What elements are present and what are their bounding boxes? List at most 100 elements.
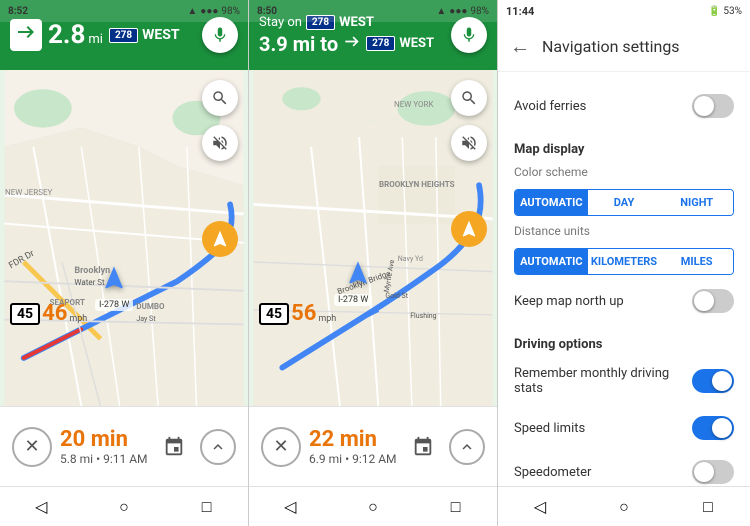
- settings-title: Navigation settings: [542, 37, 680, 56]
- recenter-button[interactable]: [202, 221, 238, 257]
- color-scheme-control: AUTOMATIC DAY NIGHT: [514, 189, 734, 216]
- center-mute-button[interactable]: [451, 125, 487, 161]
- speedometer-toggle[interactable]: [692, 460, 734, 484]
- settings-android-recent[interactable]: □: [696, 495, 720, 519]
- driving-options-title: Driving options: [514, 337, 602, 352]
- keep-north-label: Keep map north up: [514, 294, 624, 309]
- via-route-button[interactable]: [156, 429, 192, 465]
- color-scheme-label: Color scheme: [498, 161, 750, 185]
- android-home-button[interactable]: ○: [112, 495, 136, 519]
- monthly-stats-row: Remember monthly driving stats: [498, 356, 750, 406]
- settings-android-back[interactable]: ◁: [528, 495, 552, 519]
- avoid-ferries-thumb: [694, 96, 714, 116]
- route-direction: WEST: [142, 27, 179, 43]
- monthly-stats-label: Remember monthly driving stats: [514, 366, 692, 396]
- route-badge: 278: [109, 28, 138, 43]
- center-wifi-icon: ●●●: [449, 6, 467, 17]
- dist-kilometers[interactable]: KILOMETERS: [588, 249, 661, 274]
- center-map-panel: 8:50 ▲ ●●● 98% Stay on 278 WEST 3.9 mi t…: [249, 0, 498, 526]
- center-road-label: I-278 W: [334, 294, 372, 306]
- expand-panel-button[interactable]: [200, 429, 236, 465]
- settings-battery-icon: 🔋: [708, 6, 720, 17]
- battery-icon: 98%: [221, 6, 240, 17]
- speedometer-label: Speedometer: [514, 465, 591, 480]
- brooklyn-heights-label: BROOKLYN HEIGHTS: [379, 180, 455, 190]
- left-android-nav: ◁ ○ □: [0, 486, 248, 526]
- settings-header-bar: ← Navigation settings: [498, 22, 750, 72]
- center-route-badge-2: 278: [366, 36, 395, 51]
- dist-automatic[interactable]: AUTOMATIC: [515, 249, 588, 274]
- distance-unit: mi: [88, 32, 103, 47]
- search-button[interactable]: [202, 80, 238, 116]
- center-expand-button[interactable]: [449, 429, 485, 465]
- driving-options-header: Driving options: [498, 323, 750, 356]
- gold-st-label: Gold St: [385, 292, 408, 300]
- navy-yd-label: Navy Yd: [398, 255, 423, 263]
- mute-button[interactable]: [202, 125, 238, 161]
- center-close-button[interactable]: ✕: [261, 427, 301, 467]
- route-info-block: 278 WEST: [109, 27, 180, 43]
- center-signal-icon: ▲: [436, 6, 446, 17]
- center-search-button[interactable]: [451, 80, 487, 116]
- color-scheme-day[interactable]: DAY: [588, 190, 661, 215]
- distance-units-control: AUTOMATIC KILOMETERS MILES: [514, 248, 734, 275]
- eta-time: 20 min: [60, 427, 148, 452]
- settings-status-bar: 11:44 🔋 53%: [498, 0, 750, 22]
- center-bottom-bar: ✕ 22 min 6.9 mi • 9:12 AM: [249, 406, 497, 486]
- speed-display: 45 46 mph: [10, 301, 87, 326]
- center-current-speed: 56: [291, 301, 316, 326]
- center-android-home[interactable]: ○: [361, 495, 385, 519]
- road-label: I-278 W: [95, 299, 133, 311]
- center-speed-display: 45 56 mph: [259, 301, 336, 326]
- keep-north-thumb: [694, 291, 714, 311]
- avoid-ferries-row: Avoid ferries: [498, 84, 750, 128]
- settings-content: Avoid ferries Map display Color scheme A…: [498, 72, 750, 486]
- color-scheme-night[interactable]: NIGHT: [660, 190, 733, 215]
- map-display-title: Map display: [514, 142, 584, 157]
- close-navigation-button[interactable]: ✕: [12, 427, 52, 467]
- speed-limits-toggle[interactable]: [692, 416, 734, 440]
- speed-limits-row: Speed limits: [498, 406, 750, 450]
- keep-north-toggle[interactable]: [692, 289, 734, 313]
- monthly-stats-toggle[interactable]: [692, 369, 734, 393]
- settings-panel: 11:44 🔋 53% ← Navigation settings Avoid …: [498, 0, 750, 526]
- left-time: 8:52: [8, 6, 28, 17]
- settings-back-button[interactable]: ←: [510, 34, 530, 59]
- center-position-arrow: [344, 259, 372, 291]
- dist-miles[interactable]: MILES: [660, 249, 733, 274]
- center-eta-details: 6.9 mi • 9:12 AM: [309, 452, 397, 466]
- eta-distance: 5.8 mi: [60, 452, 93, 466]
- settings-android-home[interactable]: ○: [612, 495, 636, 519]
- dumbo-label: DUMBO: [136, 302, 164, 311]
- signal-icon: ▲: [187, 6, 197, 17]
- android-back-button[interactable]: ◁: [29, 495, 53, 519]
- map-display-header: Map display: [498, 128, 750, 161]
- center-recenter-button[interactable]: [451, 211, 487, 247]
- settings-battery-pct: 53%: [723, 6, 742, 17]
- distance-units-label: Distance units: [498, 220, 750, 244]
- center-time: 8:50: [257, 6, 277, 17]
- current-speed: 46: [42, 301, 67, 326]
- distance-value: 2.8: [48, 22, 85, 48]
- center-direction2: WEST: [399, 36, 434, 51]
- android-recent-button[interactable]: □: [195, 495, 219, 519]
- speedometer-row: Speedometer: [498, 450, 750, 486]
- center-android-nav: ◁ ○ □: [249, 486, 497, 526]
- center-android-back[interactable]: ◁: [278, 495, 302, 519]
- header-distance-block: 2.8 mi: [48, 22, 103, 48]
- mic-button[interactable]: [202, 17, 238, 53]
- left-status-bar: 8:52 ▲ ●●● 98%: [0, 0, 248, 22]
- center-speed-limit-sign: 45: [259, 303, 289, 325]
- turn-direction-icon: [10, 19, 42, 51]
- flushing-label: Flushing: [410, 312, 436, 320]
- center-battery: 98%: [470, 6, 489, 17]
- center-mic-button[interactable]: [451, 17, 487, 53]
- jay-st-label: Jay St: [136, 315, 155, 323]
- center-eta-distance: 6.9 mi: [309, 452, 342, 466]
- avoid-ferries-toggle[interactable]: [692, 94, 734, 118]
- center-via-button[interactable]: [405, 429, 441, 465]
- left-bottom-bar: ✕ 20 min 5.8 mi • 9:11 AM: [0, 406, 248, 486]
- color-scheme-automatic[interactable]: AUTOMATIC: [515, 190, 588, 215]
- center-android-recent[interactable]: □: [444, 495, 468, 519]
- settings-android-nav: ◁ ○ □: [498, 486, 750, 526]
